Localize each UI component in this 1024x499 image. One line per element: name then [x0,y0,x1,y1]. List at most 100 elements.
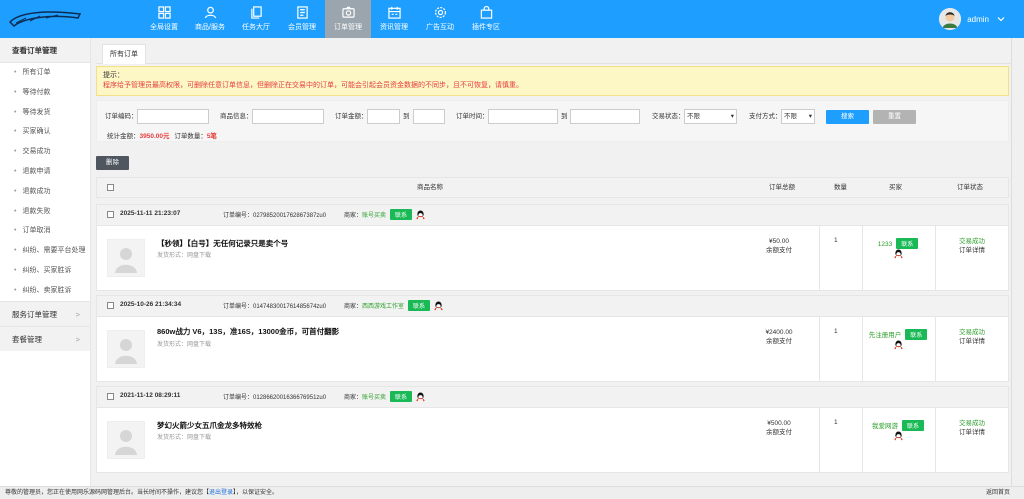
buyer-name[interactable]: 我爱网游 [872,423,898,430]
order-no-input[interactable] [137,109,209,124]
sidebar-item-refund-request[interactable]: 退款申请 [0,162,90,182]
col-divider [819,226,820,290]
contact-button[interactable]: 联系 [390,391,413,402]
pay-method: 余额支付 [766,429,792,436]
nav-news[interactable]: 资讯管理 [371,0,417,38]
price-value: ¥50.00 [769,238,789,245]
nav-ads[interactable]: 广告互动 [417,0,463,38]
back-home-link[interactable]: 返回首页 [986,487,1010,499]
nav-label: 广告互动 [426,24,454,31]
merchant-name[interactable]: 西西游戏工作室 [362,304,404,310]
contact-button[interactable]: 联系 [905,329,928,340]
reset-button[interactable]: 重置 [873,110,916,124]
trade-status-label: 交易状态： [652,113,685,120]
product-name[interactable]: 860w战力 V6，13S，准16S，13000金币，可首付翻影 [157,326,339,337]
sidebar-item-order-cancelled[interactable]: 订单取消 [0,221,90,241]
sidebar-item-dispute-seller[interactable]: 纠纷、卖家胜诉 [0,281,90,301]
sidebar-item-all-orders[interactable]: 所有订单 [0,63,90,83]
delivery-mode: 发货形式：网盘下载 [157,435,212,441]
th-qty: 数量 [834,184,847,191]
sidebar-item-awaiting-payment[interactable]: 等待付款 [0,83,90,103]
nav-plugins[interactable]: 插件专区 [463,0,509,38]
col-divider [935,317,936,381]
order-number: 订单编号：02798520017628673​87zu0 [223,213,327,219]
sidebar-group-service-orders[interactable]: 服务订单管理 > [0,300,90,326]
product-name[interactable]: 【秒领】【白号】无任何记录只是卖个号 [157,238,288,249]
pay-method-label: 支付方式： [749,113,782,120]
qq-icon[interactable] [416,210,425,220]
amount-min-input[interactable] [367,109,400,124]
merchant-name[interactable]: 账号买卖 [362,395,386,401]
logout-link[interactable]: 退出登录 [209,490,233,496]
merchant: 商家：账号买卖 联系 [344,209,425,220]
buyer: 先注册用户 联系 [862,329,934,350]
qq-icon[interactable] [416,392,425,402]
nav-orders[interactable]: 订单管理 [325,0,371,38]
status-footer: 尊敬的管理员，您正在使用网乐源码网管理后台。当长时间不操作，建议您【退出登录】，… [0,486,1024,499]
merchant: 商家：西西游戏工作室 联系 [344,300,443,311]
trade-status-select[interactable]: 不限 [684,109,737,124]
product-thumbnail[interactable] [107,330,145,368]
nav-global-settings[interactable]: 全局设置 [141,0,187,38]
sidebar-item-refund-success[interactable]: 退款成功 [0,182,90,202]
sidebar-item-trade-success[interactable]: 交易成功 [0,142,90,162]
qq-icon[interactable] [893,249,903,259]
vertical-scrollbar[interactable] [1011,38,1024,486]
order-number: 订单编号：01474830017614856​74zu0 [223,304,327,310]
amount-max-input[interactable] [413,109,445,124]
nav-label: 任务大厅 [242,24,270,31]
nav-products[interactable]: 商品/服务 [187,0,233,38]
contact-button[interactable]: 联系 [390,209,413,220]
qq-icon[interactable] [893,340,903,350]
select-all-checkbox[interactable] [107,184,114,191]
price-value: ¥2400.00 [765,329,793,336]
user-menu[interactable]: admin [939,8,1006,30]
merchant-name[interactable]: 账号买卖 [362,213,386,219]
sidebar-item-refund-failed[interactable]: 退款失败 [0,202,90,222]
price-value: ¥500.00 [767,420,791,427]
sidebar-item-dispute-buyer[interactable]: 纠纷、买家胜诉 [0,261,90,281]
order-checkbox[interactable] [107,211,114,218]
order-detail-link[interactable]: 订单详情 [937,337,1007,346]
contact-button[interactable]: 联系 [408,300,431,311]
order-price: ¥2400.00 余额支付 [749,328,809,346]
order-checkbox[interactable] [107,393,114,400]
sidebar-item-awaiting-shipment[interactable]: 等待发货 [0,103,90,123]
sidebar-item-buyer-confirm[interactable]: 买家确认 [0,122,90,142]
delete-button[interactable]: 删除 [96,156,129,170]
product-thumbnail[interactable] [107,239,145,277]
to-label: 到 [561,113,568,120]
nav-members[interactable]: 会员管理 [279,0,325,38]
placeholder-person-icon [115,430,137,455]
merchant-label: 商家： [344,395,363,401]
sidebar-title[interactable]: 查看订单管理 [0,38,90,63]
contact-button[interactable]: 联系 [896,238,919,249]
order-status: 交易成功 订单详情 [937,328,1007,346]
contact-button[interactable]: 联系 [901,420,924,431]
person-icon [204,6,216,19]
tab-all-orders[interactable]: 所有订单 [102,44,146,64]
placeholder-person-icon [115,339,137,364]
order-detail-link[interactable]: 订单详情 [937,428,1007,437]
product-thumbnail[interactable] [107,421,145,459]
product-name[interactable]: 梦幻火箭少女五爪金龙多特效枪 [157,420,262,431]
sidebar-group-packages[interactable]: 套餐管理 > [0,325,90,351]
pay-method-select[interactable]: 不限 [781,109,815,124]
notice-title: 提示： [103,72,124,79]
buyer-name[interactable]: 1233 [878,241,892,248]
stats-summary: 统计金额：3950.00元 订单数量：5笔 [107,130,217,140]
nav-label: 订单管理 [334,24,362,31]
sidebar-item-dispute-platform[interactable]: 纠纷、需要平台处理 [0,241,90,261]
qq-icon[interactable] [893,431,903,441]
sidebar-group-label: 服务订单管理 [12,309,57,319]
col-divider [935,226,936,290]
time-start-input[interactable] [488,109,558,124]
nav-task-hall[interactable]: 任务大厅 [233,0,279,38]
order-detail-link[interactable]: 订单详情 [937,246,1007,255]
buyer-name[interactable]: 先注册用户 [869,332,902,339]
search-button[interactable]: 搜索 [826,110,869,124]
order-checkbox[interactable] [107,302,114,309]
time-end-input[interactable] [570,109,640,124]
qq-icon[interactable] [434,301,443,311]
product-input[interactable] [252,109,324,124]
